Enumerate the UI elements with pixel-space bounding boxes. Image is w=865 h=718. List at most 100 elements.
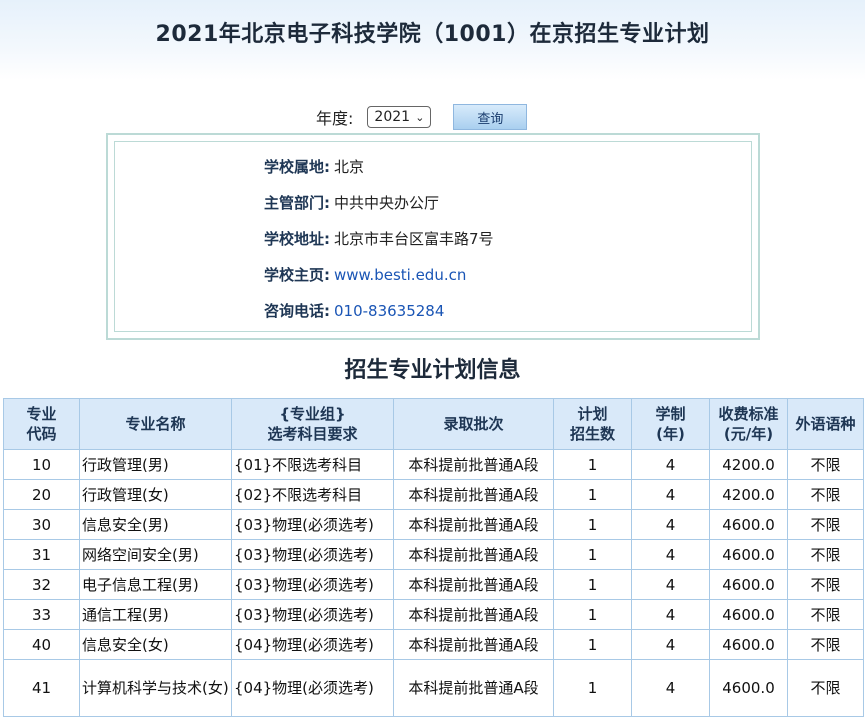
table-cell: 1 bbox=[553, 539, 632, 570]
table-cell: 4 bbox=[631, 479, 710, 510]
table-cell: 4 bbox=[631, 509, 710, 540]
table-row: 10 行政管理(男) {01}不限选考科目 本科提前批普通A段 1 4 4200.0 不限 bbox=[3, 449, 864, 480]
column-header-line: 专业 bbox=[26, 405, 57, 423]
table-row: 30 信息安全(男) {03}物理(必须选考) 本科提前批普通A段 1 4 4600.0 不限 bbox=[3, 509, 864, 540]
table-cell: 电子信息工程(男) bbox=[79, 569, 232, 600]
table-cell: 行政管理(女) bbox=[79, 479, 232, 510]
info-row-homepage: 学校主页: www.besti.edu.cn bbox=[264, 265, 466, 285]
year-select[interactable]: 2021 ⌄ bbox=[367, 106, 432, 128]
column-header: 专业名称 bbox=[79, 398, 232, 450]
table-cell: 1 bbox=[553, 449, 632, 480]
phone-link[interactable]: 010-83635284 bbox=[334, 302, 444, 320]
table-cell: 本科提前批普通A段 bbox=[393, 599, 554, 630]
table-cell: 不限 bbox=[787, 539, 864, 570]
table-cell: 1 bbox=[553, 509, 632, 540]
table-cell: 1 bbox=[553, 569, 632, 600]
table-cell: 4600.0 bbox=[709, 569, 788, 600]
column-header-line: 招生数 bbox=[569, 425, 615, 443]
table-cell: 本科提前批普通A段 bbox=[393, 569, 554, 600]
column-header-line: 选考科目要求 bbox=[267, 425, 358, 443]
column-header-line: 学制 bbox=[655, 405, 686, 423]
info-value: 北京市丰台区富丰路7号 bbox=[334, 230, 494, 248]
info-key: 主管部门: bbox=[264, 194, 330, 212]
table-cell: 4 bbox=[631, 629, 710, 660]
table-cell: {04}物理(必须选考) bbox=[231, 659, 394, 717]
homepage-link[interactable]: www.besti.edu.cn bbox=[334, 266, 466, 284]
info-key: 学校主页: bbox=[264, 266, 330, 284]
plan-table: 专业 代码 专业名称 {专业组} 选考科目要求 录取批次 计划招生数 学制 (年) 收费标准 (元/… bbox=[3, 398, 864, 717]
table-cell: {03}物理(必须选考) bbox=[231, 509, 394, 540]
column-header: 收费标准 (元/年) bbox=[709, 398, 788, 450]
table-cell: 信息安全(男) bbox=[79, 509, 232, 540]
table-cell: 4 bbox=[631, 569, 710, 600]
table-cell: 4600.0 bbox=[709, 509, 788, 540]
column-header: 专业 代码 bbox=[3, 398, 80, 450]
table-cell: 不限 bbox=[787, 569, 864, 600]
table-cell: 1 bbox=[553, 479, 632, 510]
info-row-department: 主管部门: 中共中央办公厅 bbox=[264, 193, 439, 213]
table-header-row: 专业 代码 专业名称 {专业组} 选考科目要求 录取批次 计划招生数 学制 (年) 收费标准 (元/… bbox=[3, 398, 864, 450]
table-cell: 通信工程(男) bbox=[79, 599, 232, 630]
table-cell: 本科提前批普通A段 bbox=[393, 539, 554, 570]
table-row: 33 通信工程(男) {03}物理(必须选考) 本科提前批普通A段 1 4 4600.0 不限 bbox=[3, 599, 864, 630]
column-header: 外语语种 bbox=[787, 398, 864, 450]
column-header: 录取批次 bbox=[393, 398, 554, 450]
info-value: 北京 bbox=[334, 158, 365, 176]
table-cell: {04}物理(必须选考) bbox=[231, 629, 394, 660]
table-cell: 1 bbox=[553, 629, 632, 660]
info-value: 中共中央办公厅 bbox=[334, 194, 440, 212]
table-cell: 不限 bbox=[787, 599, 864, 630]
table-body: 10 行政管理(男) {01}不限选考科目 本科提前批普通A段 1 4 4200.0 不限 20… bbox=[3, 449, 864, 717]
table-cell: 33 bbox=[3, 599, 80, 630]
page-title: 2021年北京电子科技学院（1001）在京招生专业计划 bbox=[155, 22, 710, 47]
table-cell: 4600.0 bbox=[709, 659, 788, 717]
table-row: 20 行政管理(女) {02}不限选考科目 本科提前批普通A段 1 4 4200.0 不限 bbox=[3, 479, 864, 510]
table-cell: 31 bbox=[3, 539, 80, 570]
table-row: 32 电子信息工程(男) {03}物理(必须选考) 本科提前批普通A段 1 4 4600.0… bbox=[3, 569, 864, 600]
table-cell: 4600.0 bbox=[709, 599, 788, 630]
table-cell: 计算机科学与技术(女) bbox=[79, 659, 232, 717]
table-row: 41 计算机科学与技术(女) {04}物理(必须选考) 本科提前批普通A段 1 4 4600… bbox=[3, 659, 864, 717]
table-cell: 信息安全(女) bbox=[79, 629, 232, 660]
column-header-line: (元/年) bbox=[723, 425, 774, 443]
table-cell: 不限 bbox=[787, 629, 864, 660]
info-row-address: 学校地址: 北京市丰台区富丰路7号 bbox=[264, 229, 494, 249]
table-cell: 4 bbox=[631, 449, 710, 480]
table-cell: 不限 bbox=[787, 509, 864, 540]
column-header-line: 计划 bbox=[577, 405, 608, 423]
info-row-phone: 咨询电话: 010-83635284 bbox=[264, 301, 444, 321]
year-select-value: 2021 bbox=[374, 109, 411, 125]
table-cell: {03}物理(必须选考) bbox=[231, 569, 394, 600]
column-header-line: (年) bbox=[656, 425, 685, 443]
info-key: 咨询电话: bbox=[264, 302, 330, 320]
column-header-line: 录取批次 bbox=[443, 415, 504, 433]
table-cell: {02}不限选考科目 bbox=[231, 479, 394, 510]
table-cell: {01}不限选考科目 bbox=[231, 449, 394, 480]
column-header: {专业组} 选考科目要求 bbox=[231, 398, 394, 450]
table-cell: 本科提前批普通A段 bbox=[393, 659, 554, 717]
table-cell: 1 bbox=[553, 659, 632, 717]
table-cell: 本科提前批普通A段 bbox=[393, 629, 554, 660]
column-header: 计划 招生数 bbox=[553, 398, 632, 450]
table-cell: 本科提前批普通A段 bbox=[393, 479, 554, 510]
table-cell: 4 bbox=[631, 659, 710, 717]
table-cell: 40 bbox=[3, 629, 80, 660]
table-cell: 本科提前批普通A段 bbox=[393, 509, 554, 540]
table-cell: 10 bbox=[3, 449, 80, 480]
table-cell: 不限 bbox=[787, 479, 864, 510]
table-cell: 4200.0 bbox=[709, 449, 788, 480]
table-cell: 行政管理(男) bbox=[79, 449, 232, 480]
table-cell: 网络空间安全(男) bbox=[79, 539, 232, 570]
info-row-locality: 学校属地: 北京 bbox=[264, 157, 364, 177]
table-cell: 4200.0 bbox=[709, 479, 788, 510]
info-key: 学校属地: bbox=[264, 158, 330, 176]
table-cell: 32 bbox=[3, 569, 80, 600]
section-title: 招生专业计划信息 bbox=[344, 358, 521, 383]
column-header-line: {专业组} bbox=[279, 405, 346, 423]
table-row: 31 网络空间安全(男) {03}物理(必须选考) 本科提前批普通A段 1 4 4600.0… bbox=[3, 539, 864, 570]
table-cell: 不限 bbox=[787, 449, 864, 480]
query-button[interactable]: 查询 bbox=[453, 104, 528, 130]
column-header-line: 专业名称 bbox=[125, 415, 186, 433]
table-cell: 4 bbox=[631, 539, 710, 570]
year-filter: 年度: 2021 ⌄ 查询 bbox=[316, 104, 528, 130]
